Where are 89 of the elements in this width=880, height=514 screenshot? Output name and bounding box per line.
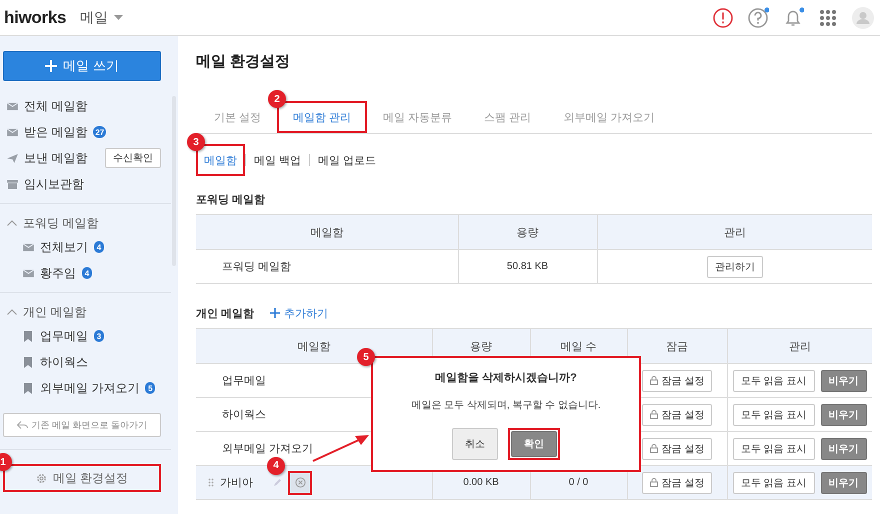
table-cell: 프워딩 메일함 — [196, 250, 458, 284]
chevron-icon[interactable] — [7, 309, 17, 315]
unread-count: 5 — [145, 382, 156, 394]
compose-button[interactable]: 메일 쓰기 — [3, 51, 161, 81]
empty-button[interactable]: 비우기 — [820, 370, 867, 392]
delete-button[interactable] — [288, 470, 312, 494]
section-heading: 포워딩 메일함 — [196, 192, 266, 206]
sub-tab[interactable]: 메일함 — [196, 144, 245, 176]
section-title[interactable]: 포워딩 메일함 — [23, 214, 98, 232]
archive-box-icon — [7, 180, 18, 188]
pencil-icon[interactable] — [273, 478, 282, 487]
column-header: 잠금 — [627, 328, 727, 364]
unread-count: 4 — [94, 241, 104, 253]
drag-handle-icon[interactable] — [208, 478, 214, 487]
folder-label[interactable]: 받은 메일함 — [24, 124, 88, 140]
callout-number: 4 — [267, 456, 285, 474]
lock-button[interactable]: 잠금 설정 — [642, 472, 712, 494]
help-icon[interactable] — [747, 6, 769, 28]
tab[interactable]: 메일함 관리 — [277, 101, 368, 133]
padlock-icon — [650, 444, 658, 452]
back-button[interactable]: 기존 메일 화면으로 돌아가기 — [3, 413, 161, 437]
padlock-icon — [650, 410, 658, 418]
table-cell: 50.81 KB — [458, 250, 597, 284]
envelope-icon — [23, 242, 34, 252]
lock-button[interactable]: 잠금 설정 — [642, 370, 712, 392]
column-header: 메일함 — [196, 214, 458, 250]
table-cell: 외부메일 가져오기 — [222, 443, 314, 455]
folder-label[interactable]: 전체보기 — [40, 238, 88, 256]
unread-count: 27 — [93, 126, 106, 138]
mark-read-button[interactable]: 모두 읽음 표시 — [732, 472, 815, 494]
lock-button[interactable]: 잠금 설정 — [642, 438, 712, 460]
mark-read-button[interactable]: 모두 읽음 표시 — [732, 370, 815, 392]
bookmark-icon — [24, 382, 32, 394]
table-cell: 0.00 KB — [463, 477, 499, 488]
settings-icon — [36, 472, 47, 484]
folder-label[interactable]: 전체 메일함 — [24, 98, 88, 114]
folder-label[interactable]: 보낸 메일함 — [24, 150, 88, 166]
envelope-icon — [23, 268, 34, 278]
sub-tab[interactable]: 메일 업로드 — [310, 144, 384, 176]
section-title[interactable]: 개인 메일함 — [23, 304, 86, 320]
dialog-title: 메일함을 삭제하시겠습니까? — [435, 371, 577, 385]
envelope-icon — [7, 128, 18, 136]
alert-icon[interactable] — [712, 6, 734, 28]
add-link[interactable]: 추가하기 — [270, 306, 328, 320]
bookmark-icon — [24, 356, 32, 368]
plus-icon — [270, 308, 280, 318]
paper-plane-icon — [7, 154, 18, 162]
empty-button[interactable]: 비우기 — [820, 472, 867, 494]
empty-button[interactable]: 비우기 — [820, 404, 867, 426]
padlock-icon — [650, 478, 658, 486]
arrow — [311, 433, 371, 463]
unread-count: 3 — [94, 330, 104, 342]
table-cell: 0 / 0 — [568, 477, 588, 488]
envelope-icon — [7, 102, 18, 110]
close-circle-icon — [294, 477, 306, 488]
folder-label[interactable]: 외부메일 가져오기 — [40, 380, 140, 396]
table-cell: 업무메일 — [222, 375, 266, 387]
table-cell: 하이웍스 — [222, 409, 266, 421]
mark-read-button[interactable]: 모두 읽음 표시 — [732, 404, 815, 426]
column-header: 관리 — [597, 214, 872, 250]
app-menu[interactable]: 메일 — [80, 8, 108, 26]
chevron-icon[interactable] — [7, 220, 17, 226]
unread-count: 4 — [82, 267, 92, 279]
lock-button[interactable]: 잠금 설정 — [642, 404, 712, 426]
empty-button[interactable]: 비우기 — [820, 438, 867, 460]
folder-label[interactable]: 임시보관함 — [24, 176, 84, 192]
confirm-button[interactable]: 확인 — [511, 431, 557, 457]
dialog-message: 메일은 모두 삭제되며, 복구할 수 없습니다. — [411, 399, 601, 412]
section-heading: 개인 메일함 — [196, 306, 254, 320]
cancel-button[interactable]: 취소 — [452, 428, 498, 460]
table-cell-text: 가비아 — [220, 476, 253, 490]
read-receipt-button[interactable]: 수신확인 — [105, 148, 161, 168]
mark-read-button[interactable]: 모두 읽음 표시 — [732, 438, 815, 460]
padlock-icon — [650, 376, 658, 384]
column-header: 용량 — [458, 214, 597, 250]
plus-icon — [45, 60, 58, 72]
folder-label[interactable]: 업무메일 — [40, 328, 88, 344]
manage-button[interactable]: 관리하기 — [706, 256, 763, 278]
column-header: 관리 — [727, 328, 872, 364]
folder-label[interactable]: 하이웍스 — [40, 354, 88, 370]
page-title: 메일 환경설정 — [196, 52, 292, 72]
avatar-icon[interactable] — [852, 6, 874, 28]
bookmark-icon — [24, 330, 32, 342]
sub-tab[interactable]: 메일 백업 — [246, 144, 310, 176]
return-arrow-icon — [16, 420, 28, 430]
logo[interactable]: hiworks — [4, 8, 66, 28]
settings-button[interactable]: 메일 환경설정 — [3, 464, 161, 492]
folder-label[interactable]: 황주임 — [40, 264, 76, 282]
caret-icon[interactable] — [114, 15, 124, 20]
